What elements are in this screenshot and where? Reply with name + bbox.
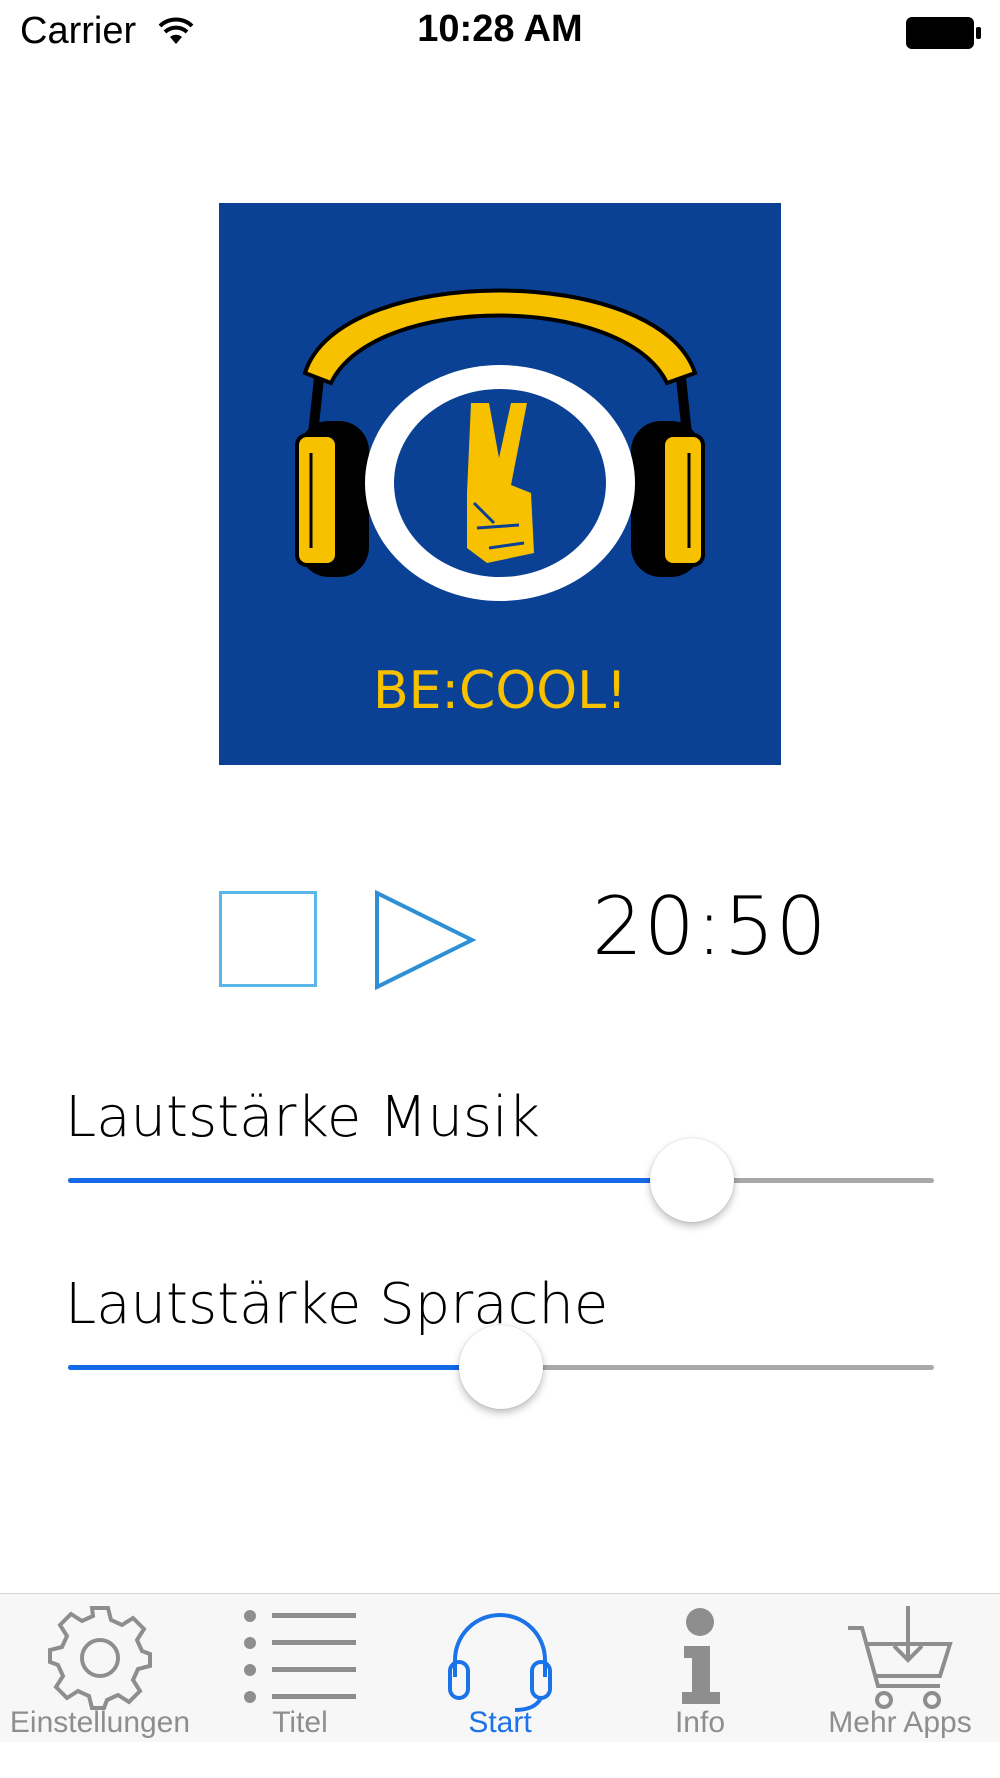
stop-button[interactable] [219, 891, 317, 987]
info-icon [600, 1602, 800, 1714]
shopping-cart-icon [800, 1602, 1000, 1714]
player-controls: 20:50 [0, 880, 1000, 1000]
tab-label: Start [468, 1706, 532, 1739]
gear-icon [0, 1602, 200, 1714]
tab-mehr-apps[interactable]: Mehr Apps [800, 1594, 1000, 1742]
play-triangle-icon [375, 889, 477, 991]
headphones-icon [400, 1602, 600, 1714]
music-volume-control: Lautstärke Musik [65, 1085, 935, 1225]
headphones-peace-logo: BE:COOL! [295, 288, 705, 721]
status-bar: Carrier 10:28 AM [0, 0, 1000, 66]
music-volume-slider[interactable] [68, 1178, 934, 1183]
tab-titel[interactable]: Titel [200, 1594, 400, 1742]
speech-volume-fill [68, 1365, 501, 1370]
music-volume-label: Lautstärke Musik [65, 1085, 541, 1150]
tab-label: Info [674, 1706, 726, 1739]
tab-label: Einstellungen [9, 1706, 191, 1739]
list-icon [200, 1602, 400, 1714]
speech-volume-label: Lautstärke Sprache [65, 1272, 609, 1337]
album-cover: BE:COOL! [219, 203, 781, 765]
status-time: 10:28 AM [417, 8, 583, 50]
tab-info[interactable]: Info [600, 1594, 800, 1742]
playback-timer: 20:50 [592, 880, 828, 973]
speech-volume-control: Lautstärke Sprache [65, 1272, 935, 1412]
speech-volume-thumb[interactable] [459, 1325, 543, 1409]
tab-bar: Einstellungen Titel Start Info Mehr Apps [0, 1593, 1000, 1742]
tab-label: Titel [272, 1706, 328, 1739]
tab-einstellungen[interactable]: Einstellungen [0, 1594, 200, 1742]
brand-text: BE:COOL! [373, 661, 627, 721]
battery-icon [905, 16, 983, 54]
tab-label: Mehr Apps [828, 1706, 972, 1739]
music-volume-thumb[interactable] [649, 1138, 734, 1222]
play-button[interactable] [374, 889, 477, 991]
tab-start[interactable]: Start [400, 1594, 600, 1742]
music-volume-fill [68, 1178, 692, 1183]
